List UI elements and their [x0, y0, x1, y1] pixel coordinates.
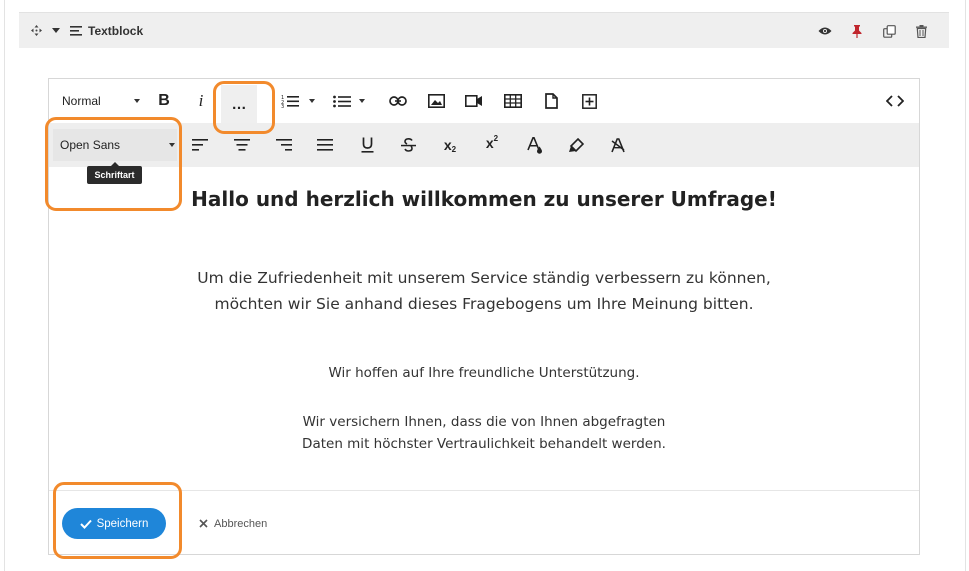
subscript-2: 2 [451, 145, 457, 154]
font-family-select[interactable]: Open Sans [53, 129, 177, 161]
bullet-list-button[interactable] [328, 86, 370, 116]
chevron-down-icon [134, 99, 140, 103]
file-button[interactable] [539, 86, 563, 116]
block-title: Textblock [88, 23, 144, 38]
video-icon [465, 95, 482, 107]
subscript-x: x [443, 137, 452, 153]
privacy-paragraph: Wir versichern Ihnen, dass die von Ihnen… [49, 411, 919, 455]
chevron-down-icon [359, 99, 365, 103]
strikethrough-button[interactable] [397, 130, 419, 160]
svg-text:3: 3 [281, 104, 284, 108]
link-icon [389, 96, 407, 106]
move-icon[interactable] [31, 25, 42, 36]
privacy-line-1: Wir versichern Ihnen, dass die von Ihnen… [302, 414, 666, 430]
textblock-lines-icon [70, 25, 82, 36]
link-button[interactable] [386, 86, 410, 116]
chevron-down-icon [169, 143, 175, 147]
bullet-list-icon [333, 95, 351, 107]
highlighter-icon [569, 137, 584, 152]
more-button[interactable]: … [225, 89, 253, 119]
align-left-icon [192, 139, 208, 151]
chevron-down-icon [309, 99, 315, 103]
ordered-list-button[interactable]: 123 [275, 86, 321, 116]
text-color-button[interactable] [524, 130, 546, 160]
collapse-caret-icon[interactable] [52, 28, 60, 33]
clear-format-button[interactable] [607, 130, 629, 160]
align-center-icon [234, 139, 250, 151]
table-button[interactable] [501, 86, 525, 116]
superscript-2: 2 [493, 134, 499, 143]
text-editor: Normal B i … 123 Open Sans x 2 x 2 Schri… [48, 78, 920, 555]
toolbar-row-1: Normal B i … 123 [49, 79, 919, 123]
pin-icon[interactable] [849, 23, 865, 39]
bold-button[interactable]: B [153, 86, 175, 116]
image-icon [427, 94, 445, 108]
intro-line-2: möchten wir Sie anhand dieses Fragebogen… [214, 295, 754, 313]
intro-paragraph: Um die Zufriedenheit mit unserem Service… [49, 265, 919, 317]
eye-icon[interactable] [817, 23, 833, 39]
clear-format-icon [611, 137, 625, 152]
table-icon [504, 94, 522, 108]
save-button[interactable]: Speichern [62, 508, 166, 539]
copy-icon[interactable] [881, 23, 897, 39]
ordered-list-icon: 123 [281, 95, 299, 108]
trash-icon[interactable] [913, 23, 929, 39]
italic-button[interactable]: i [190, 86, 212, 116]
image-button[interactable] [424, 86, 448, 116]
align-right-button[interactable] [273, 130, 295, 160]
code-icon [886, 95, 904, 107]
align-center-button[interactable] [231, 130, 253, 160]
format-select-value: Normal [62, 94, 101, 108]
align-left-button[interactable] [189, 130, 211, 160]
underline-button[interactable] [356, 130, 378, 160]
close-icon [199, 519, 208, 528]
superscript-x: x [485, 135, 494, 151]
font-family-value: Open Sans [60, 138, 121, 152]
content-heading: Hallo und herzlich willkommen zu unserer… [191, 187, 777, 211]
support-paragraph: Wir hoffen auf Ihre freundliche Unterstü… [328, 365, 640, 381]
plus-square-icon [581, 93, 597, 109]
editor-footer: Speichern Abbrechen [49, 490, 919, 554]
check-icon [79, 519, 92, 529]
justify-button[interactable] [314, 130, 336, 160]
strikethrough-icon [400, 138, 416, 152]
toolbar-row-2: Open Sans x2 x2 [49, 123, 919, 167]
highlight-button[interactable] [565, 130, 587, 160]
privacy-line-2: Daten mit höchster Vertraulichkeit behan… [302, 436, 666, 452]
editor-content[interactable]: Hallo und herzlich willkommen zu unserer… [49, 167, 919, 490]
code-view-button[interactable] [883, 86, 907, 116]
justify-icon [317, 139, 333, 151]
cancel-button[interactable]: Abbrechen [199, 508, 267, 539]
textblock-header: Textblock [19, 12, 949, 48]
align-right-icon [276, 139, 292, 151]
file-icon [544, 93, 558, 109]
superscript-button[interactable]: x2 [481, 128, 503, 158]
insert-button[interactable] [577, 86, 601, 116]
save-label: Speichern [96, 517, 149, 530]
text-color-icon [527, 136, 542, 154]
subscript-button[interactable]: x2 [439, 130, 461, 160]
header-actions [817, 13, 929, 49]
intro-line-1: Um die Zufriedenheit mit unserem Service… [197, 269, 771, 287]
cancel-label: Abbrechen [214, 517, 268, 530]
format-select[interactable]: Normal [62, 87, 142, 115]
video-button[interactable] [462, 86, 486, 116]
underline-icon [361, 137, 373, 153]
